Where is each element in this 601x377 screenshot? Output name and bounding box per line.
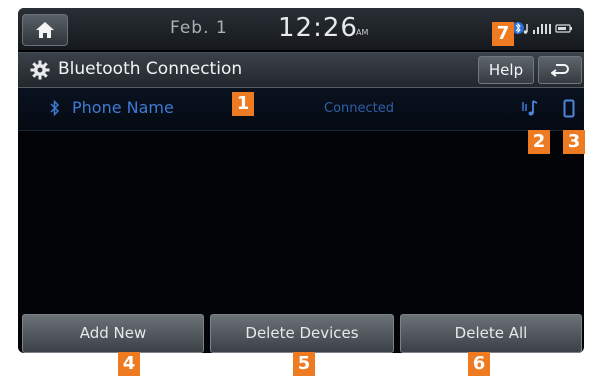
bluetooth-icon bbox=[50, 100, 60, 116]
help-button[interactable]: Help bbox=[478, 56, 534, 84]
status-icons bbox=[512, 22, 572, 34]
date-display: Feb. 1 bbox=[170, 18, 228, 38]
callout-7: 7 bbox=[492, 22, 514, 46]
phone-icon[interactable] bbox=[563, 99, 575, 119]
callout-5: 5 bbox=[293, 352, 315, 376]
callout-2: 2 bbox=[528, 130, 550, 154]
bottom-button-bar: Add New Delete Devices Delete All bbox=[18, 314, 584, 353]
home-button[interactable] bbox=[22, 14, 68, 46]
callout-4: 4 bbox=[118, 352, 140, 376]
device-name: Phone Name bbox=[72, 98, 174, 117]
head-unit-screen: Feb. 1 12:26 AM Bluetooth Connection Hel… bbox=[18, 8, 584, 353]
clock-ampm: AM bbox=[356, 28, 369, 37]
gear-icon bbox=[30, 60, 50, 80]
callout-6: 6 bbox=[468, 352, 490, 376]
music-status-icon bbox=[523, 24, 528, 34]
callout-3: 3 bbox=[563, 130, 585, 154]
back-arrow-icon bbox=[551, 64, 569, 77]
add-new-button[interactable]: Add New bbox=[22, 314, 204, 353]
music-icon[interactable] bbox=[522, 99, 538, 119]
delete-devices-button[interactable]: Delete Devices bbox=[210, 314, 394, 353]
signal-icon bbox=[533, 24, 551, 34]
title-bar: Bluetooth Connection Help bbox=[18, 52, 584, 88]
page-title: Bluetooth Connection bbox=[58, 59, 243, 79]
delete-all-button[interactable]: Delete All bbox=[400, 314, 582, 353]
device-list-item[interactable]: Phone Name Connected bbox=[18, 88, 584, 131]
battery-icon bbox=[555, 24, 572, 33]
back-button[interactable] bbox=[538, 56, 582, 84]
home-icon bbox=[36, 22, 54, 38]
connection-status: Connected bbox=[324, 101, 395, 116]
clock-time: 12:26 bbox=[278, 13, 358, 43]
callout-1: 1 bbox=[232, 92, 254, 116]
